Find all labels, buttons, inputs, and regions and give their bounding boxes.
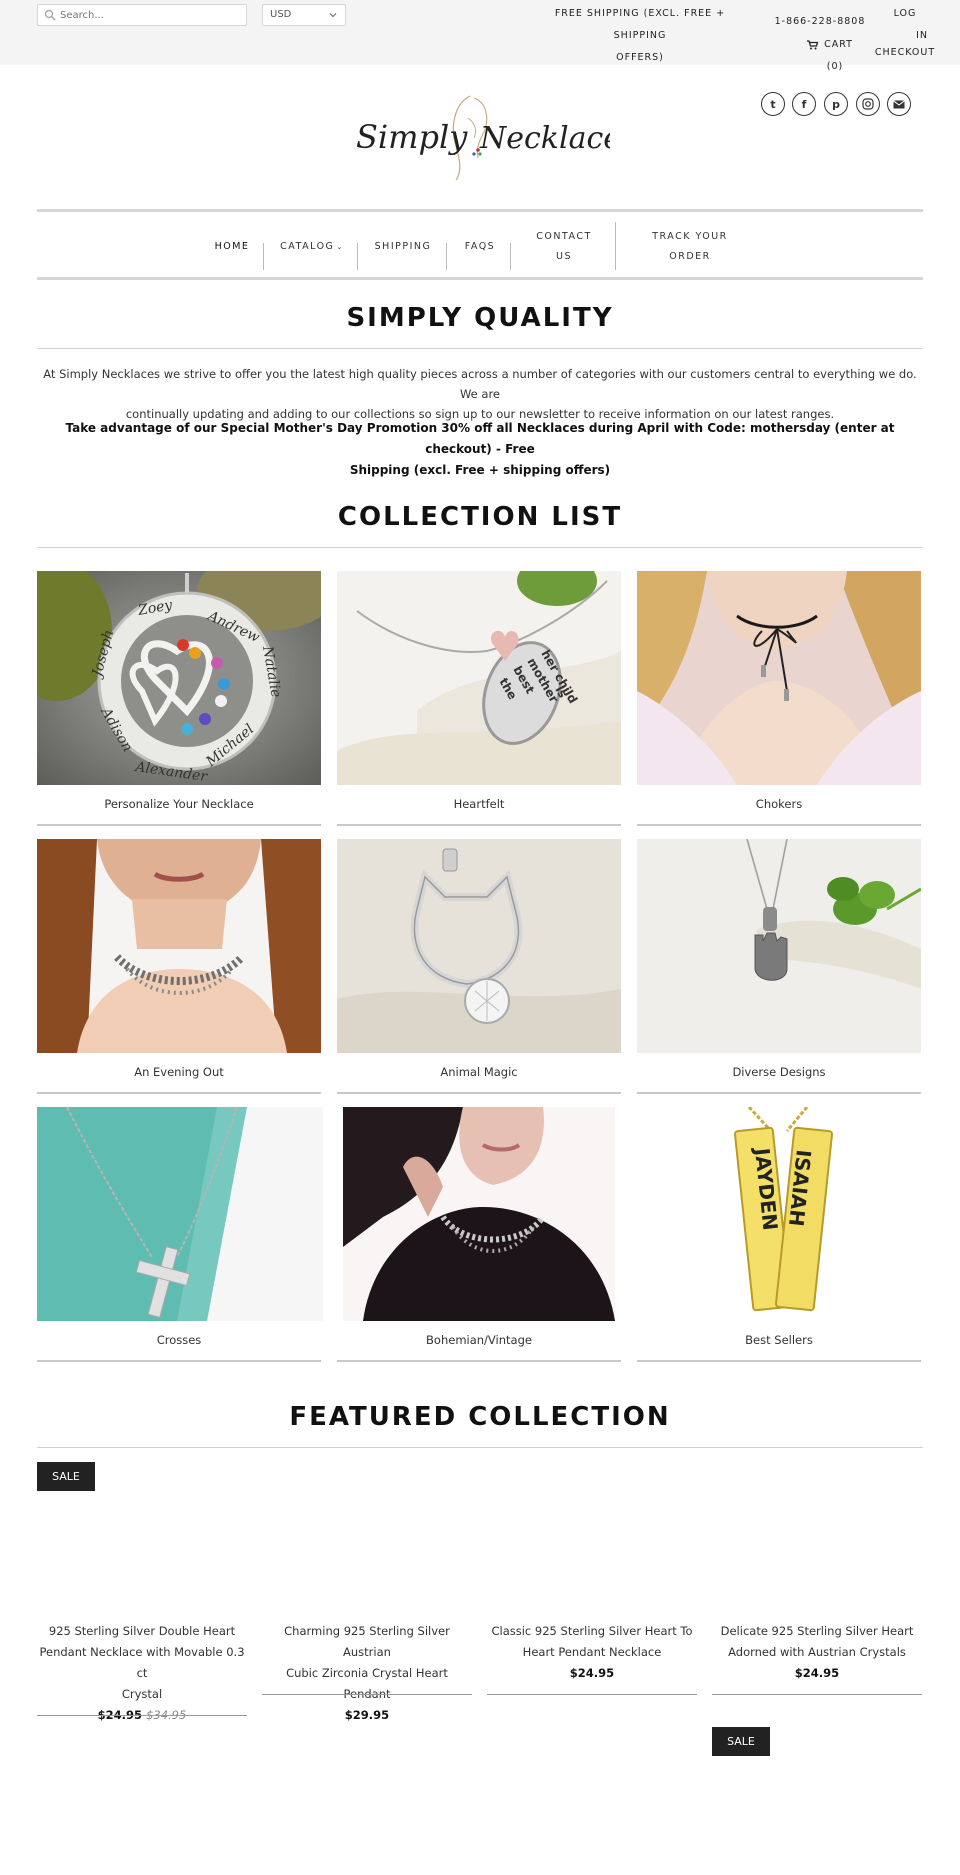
product-underline: [37, 1715, 247, 1716]
nav-divider: [446, 243, 447, 270]
collection-underline: [337, 1092, 621, 1094]
logo-text-necklaces: Necklaces: [479, 121, 610, 156]
collection-label[interactable]: An Evening Out: [37, 1065, 321, 1079]
site-logo[interactable]: Simply Necklaces: [350, 88, 610, 183]
collection-underline: [37, 1360, 321, 1362]
search-icon: [44, 9, 56, 21]
envelope-glyph: [893, 99, 905, 108]
collection-underline: [637, 1360, 921, 1362]
intro-paragraph: At Simply Necklaces we strive to offer y…: [43, 367, 917, 421]
instagram-icon[interactable]: [856, 92, 880, 116]
collection-label[interactable]: Bohemian/Vintage: [337, 1333, 621, 1347]
currency-value: USD: [270, 9, 292, 20]
collection-image-evening-out[interactable]: [37, 839, 321, 1053]
twitter-icon[interactable]: t: [761, 92, 785, 116]
nav-divider: [263, 243, 264, 270]
sale-badge: SALE: [712, 1727, 770, 1756]
collection-image-personalize[interactable]: Andrew Zoey Joseph Natalie Adison Alexan…: [37, 571, 321, 785]
phone-number: 1-866-228-8808: [774, 16, 866, 27]
nav-track-order[interactable]: TRACK YOUR ORDER: [630, 224, 750, 270]
collection-underline: [337, 824, 621, 826]
product-title[interactable]: Charming 925 Sterling Silver Austrian Cu…: [262, 1621, 472, 1705]
collection-label[interactable]: Crosses: [37, 1333, 321, 1347]
collection-image-animal-magic[interactable]: [337, 839, 621, 1053]
collection-underline: [637, 824, 921, 826]
collection-label[interactable]: Best Sellers: [637, 1333, 921, 1347]
promo-text: Take advantage of our Special Mother's D…: [65, 421, 895, 477]
nav-divider: [615, 222, 616, 270]
nav-divider: [510, 243, 511, 270]
currency-select[interactable]: USD: [262, 4, 346, 26]
product-price: $24.95: [794, 1666, 840, 1680]
instagram-glyph: [862, 98, 874, 110]
collections-heading: COLLECTION LIST: [337, 502, 623, 532]
cart-label: CART: [824, 39, 853, 50]
collection-image-diverse-designs[interactable]: [637, 839, 921, 1053]
nav-rule-top: [37, 209, 923, 212]
product-title[interactable]: 925 Sterling Silver Double Heart Pendant…: [37, 1621, 247, 1705]
search-input[interactable]: [60, 7, 240, 23]
top-bar: USD FREE SHIPPING (EXCL. FREE + SHIPPING…: [0, 0, 960, 72]
nav-catalog[interactable]: CATALOG ⌄: [272, 224, 352, 270]
collection-underline: [37, 1092, 321, 1094]
cart-count: (0): [826, 61, 844, 72]
nav-contact[interactable]: CONTACT US: [520, 224, 608, 270]
collection-image-crosses[interactable]: [37, 1107, 323, 1321]
nav-catalog-label: CATALOG: [280, 241, 335, 252]
collection-underline: [637, 1092, 921, 1094]
product-underline: [487, 1694, 697, 1695]
collection-label[interactable]: Diverse Designs: [637, 1065, 921, 1079]
checkout-link[interactable]: CHECKOUT: [870, 47, 940, 59]
pinterest-icon[interactable]: p: [824, 92, 848, 116]
collection-label[interactable]: Chokers: [637, 797, 921, 811]
collection-label[interactable]: Heartfelt: [337, 797, 621, 811]
collection-image-best-sellers[interactable]: JAYDEN ISAIAH: [637, 1107, 921, 1321]
product-underline: [712, 1694, 922, 1695]
product-card[interactable]: Charming 925 Sterling Silver Austrian Cu…: [262, 1621, 472, 1726]
collections-rule: [37, 547, 923, 548]
free-shipping-notice: FREE SHIPPING (EXCL. FREE + SHIPPING OFF…: [554, 8, 726, 63]
caret-down-icon: ⌄: [336, 243, 344, 251]
product-title[interactable]: Classic 925 Sterling Silver Heart To Hea…: [487, 1621, 697, 1663]
nav-faqs[interactable]: FAQS: [452, 224, 508, 270]
logo-text-simply: Simply: [356, 118, 468, 156]
collection-label[interactable]: Personalize Your Necklace: [37, 797, 321, 811]
product-price: $24.95: [569, 1666, 615, 1680]
cart-icon: [807, 39, 819, 49]
product-card[interactable]: Delicate 925 Sterling Silver Heart Adorn…: [712, 1621, 922, 1684]
nav-shipping[interactable]: SHIPPING: [364, 224, 442, 270]
collection-image-chokers[interactable]: [637, 571, 921, 785]
intro-heading: SIMPLY QUALITY: [346, 303, 614, 333]
cart-link[interactable]: CART: [795, 34, 865, 56]
featured-heading: FEATURED COLLECTION: [289, 1402, 671, 1432]
email-icon[interactable]: [887, 92, 911, 116]
collection-underline: [37, 824, 321, 826]
product-title[interactable]: Delicate 925 Sterling Silver Heart Adorn…: [712, 1621, 922, 1663]
nav-divider: [357, 243, 358, 270]
sale-badge: SALE: [37, 1462, 95, 1491]
product-price: $29.95: [344, 1708, 390, 1722]
login-link[interactable]: LOG IN: [870, 3, 940, 47]
account-links: LOG IN CHECKOUT: [870, 3, 940, 59]
product-underline: [262, 1694, 472, 1695]
collection-underline: [337, 1360, 621, 1362]
collection-label[interactable]: Animal Magic: [337, 1065, 621, 1079]
nav-home[interactable]: HOME: [204, 224, 260, 270]
search-box[interactable]: [37, 4, 247, 26]
nav-rule-bottom: [37, 277, 923, 280]
chevron-down-icon: [329, 13, 337, 18]
collection-image-heartfelt[interactable]: the best mother her child is: [337, 571, 621, 785]
featured-rule: [37, 1447, 923, 1448]
product-card[interactable]: 925 Sterling Silver Double Heart Pendant…: [37, 1621, 247, 1726]
collection-image-bohemian-vintage[interactable]: [343, 1107, 615, 1321]
facebook-icon[interactable]: f: [792, 92, 816, 116]
intro-rule: [37, 348, 923, 349]
product-card[interactable]: Classic 925 Sterling Silver Heart To Hea…: [487, 1621, 697, 1684]
